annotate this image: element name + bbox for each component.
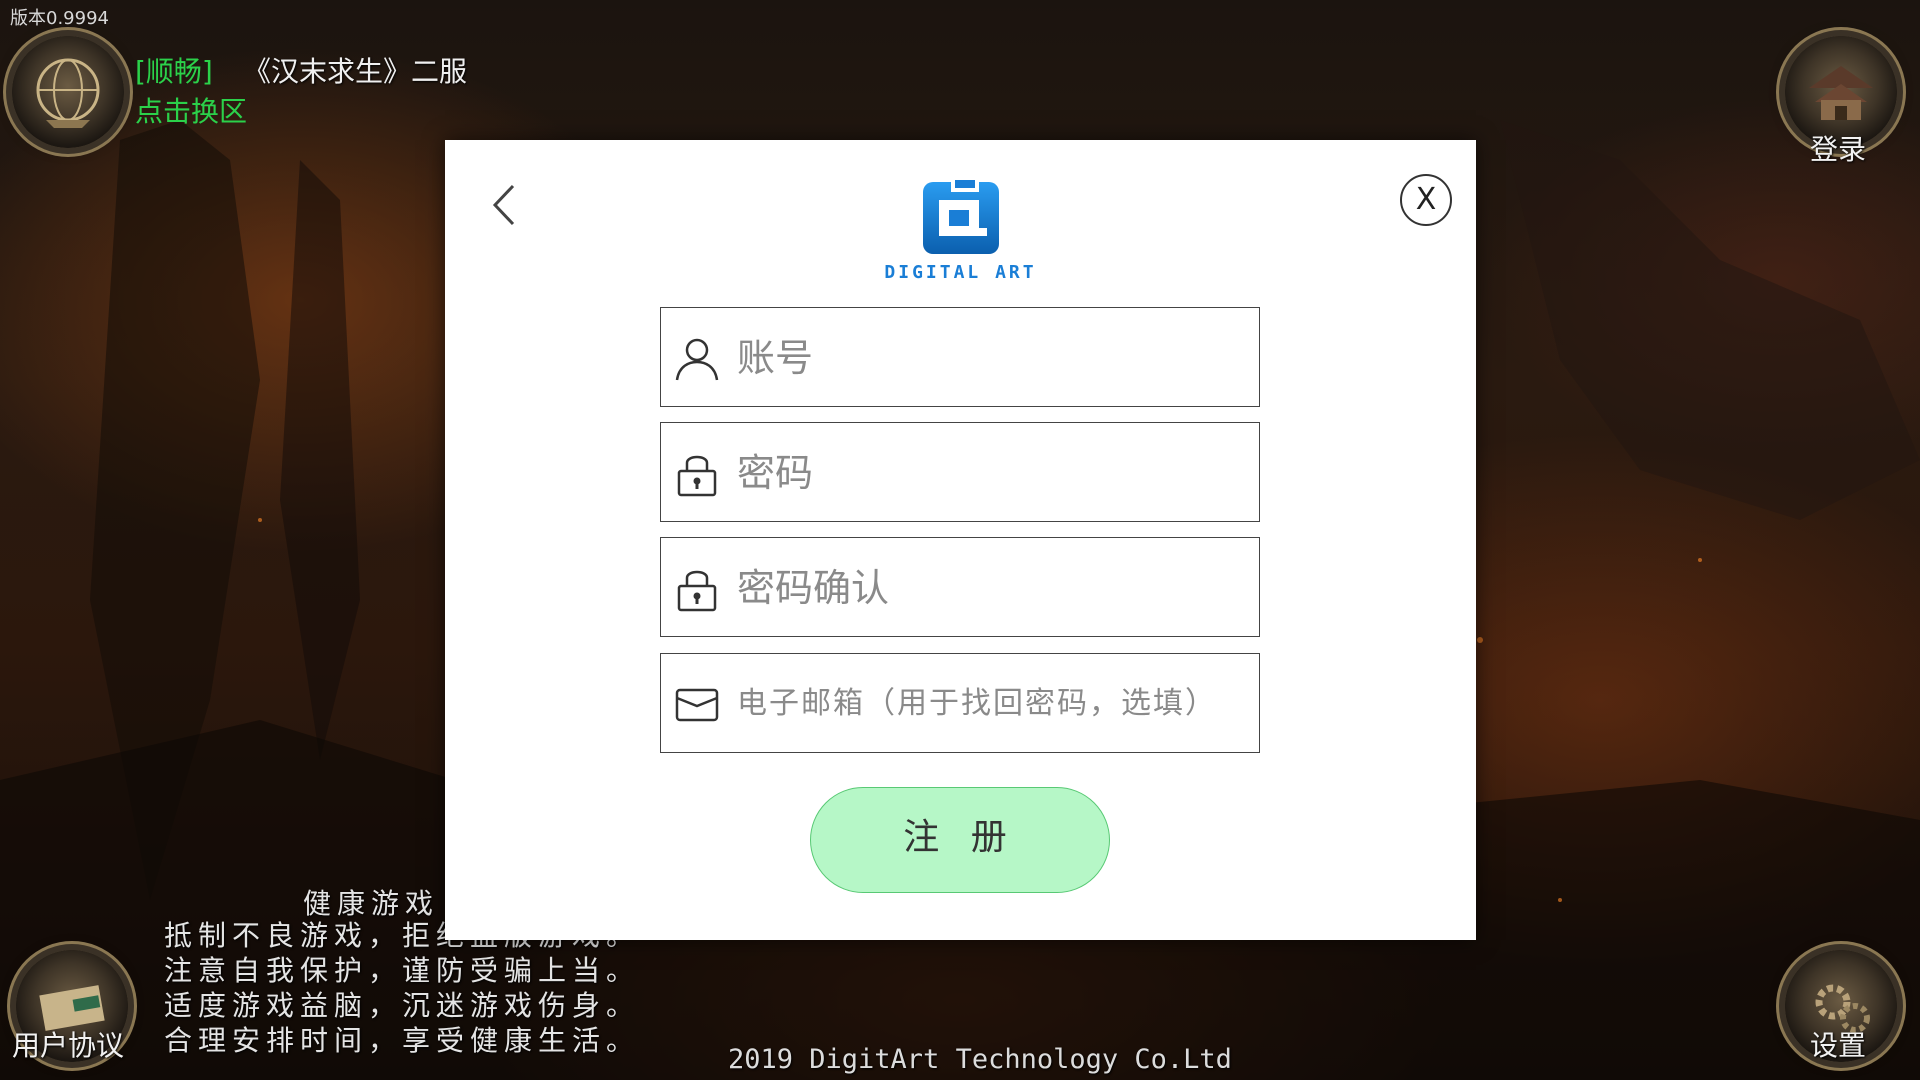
health-notice-line: 注意自我保护，谨防受骗上当。	[164, 954, 641, 987]
user-icon	[675, 338, 719, 381]
health-notice-line: 适度游戏益脑，沉迷游戏伤身。	[164, 989, 641, 1022]
password-input[interactable]	[735, 423, 1249, 522]
confirm-password-input[interactable]	[735, 538, 1249, 637]
switch-zone-link[interactable]: 点击换区	[135, 90, 247, 130]
globe-icon	[36, 58, 100, 128]
password-field	[660, 422, 1260, 522]
digital-art-logo	[923, 176, 999, 254]
version-label: 版本0.9994	[10, 8, 109, 29]
chevron-left-icon	[492, 184, 515, 226]
server-globe-button[interactable]	[12, 36, 124, 148]
register-dialog: X DIGITAL ART 账号 电子邮箱（用于找回密码，选填） 注 册	[445, 140, 1476, 940]
close-button[interactable]: X	[1400, 174, 1452, 226]
login-label: 登录	[1810, 133, 1867, 166]
lock-icon	[677, 570, 717, 612]
confirm-password-field	[660, 537, 1260, 637]
logo-text: DIGITAL ART	[884, 262, 1037, 283]
health-notice-line: 合理安排时间，享受健康生活。	[164, 1024, 641, 1057]
register-button[interactable]: 注 册	[810, 787, 1110, 893]
lock-icon	[677, 455, 717, 497]
envelope-icon	[675, 688, 719, 722]
game-login-screen: 版本0.9994 [顺畅] 《汉末求生》二服 点击换区 登录 用户协议 设置 健…	[0, 0, 1920, 1080]
account-input[interactable]	[735, 308, 1249, 407]
copyright-text: 2019 DigitArt Technology Co.Ltd	[728, 1044, 1232, 1075]
server-status: [顺畅]	[135, 55, 213, 88]
email-field	[660, 653, 1260, 753]
server-name: 《汉末求生》二服	[243, 55, 468, 88]
back-button[interactable]	[485, 180, 525, 230]
account-field	[660, 307, 1260, 407]
email-input[interactable]	[735, 654, 1249, 753]
user-agreement-label: 用户协议	[12, 1029, 125, 1062]
health-notice-title: 健康游戏	[303, 887, 440, 920]
settings-label: 设置	[1810, 1029, 1867, 1062]
